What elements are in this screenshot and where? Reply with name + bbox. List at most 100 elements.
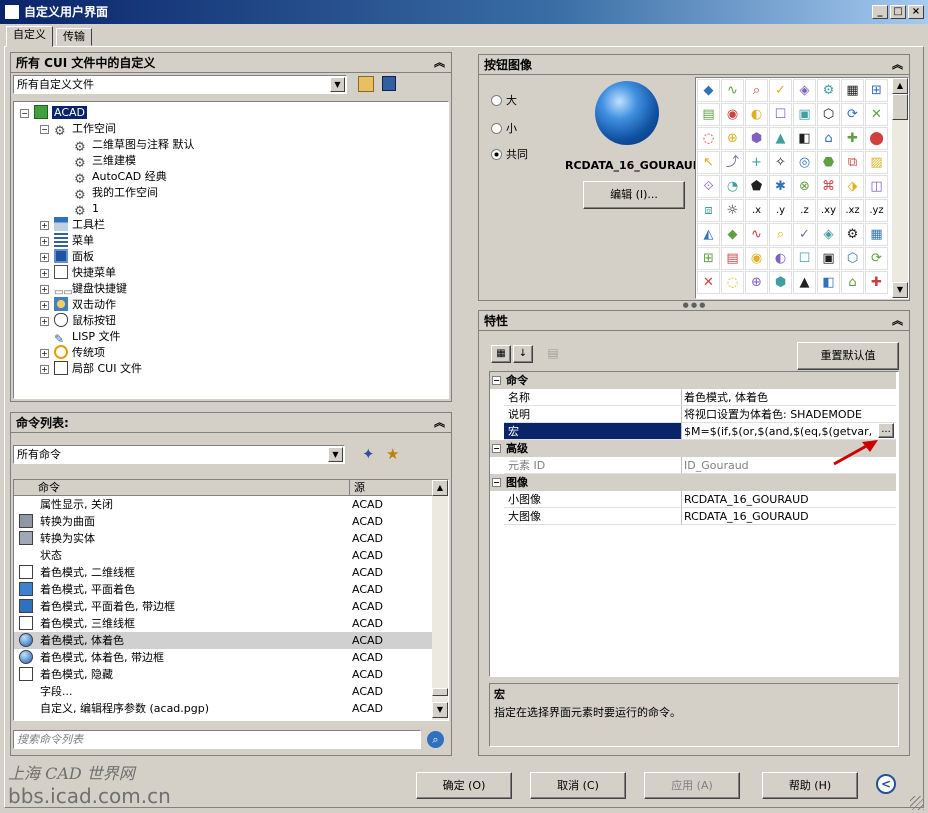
toolbar-image-icon[interactable]: ◐ [745, 103, 768, 126]
maximize-button[interactable]: □ [890, 5, 906, 19]
tree-node-menus[interactable]: 菜单 [54, 233, 94, 249]
command-row[interactable]: 状态 ACAD [14, 547, 432, 564]
expand-toggle[interactable]: + [40, 269, 49, 278]
tree-node-shortcut-menus[interactable]: 快捷菜单 [54, 265, 116, 281]
toolbar-image-icon[interactable]: ⌘ [817, 175, 840, 198]
toolbar-image-icon[interactable]: ◉ [745, 247, 768, 270]
sort-alpha-icon[interactable]: ↓ [513, 345, 533, 363]
resize-grip-icon[interactable] [910, 796, 924, 810]
cui-filter-select[interactable]: 所有自定义文件 ▼ [13, 75, 347, 94]
minimize-button[interactable]: _ [872, 5, 888, 19]
tree-node-workspaces[interactable]: ⚙ 工作空间 [54, 121, 116, 139]
toolbar-image-icon[interactable]: ⬟ [745, 175, 768, 198]
toolbar-image-icon[interactable]: ⟳ [841, 103, 864, 126]
toolbar-image-icon[interactable]: ⌕ [745, 79, 768, 102]
button-image-header[interactable]: 按钮图像 ︽ [479, 55, 909, 75]
open-folder-icon[interactable] [358, 76, 374, 92]
toolbar-image-icon[interactable]: ⌂ [817, 127, 840, 150]
toolbar-image-icon[interactable]: ⊗ [793, 175, 816, 198]
property-pages-icon[interactable]: ▤ [543, 345, 563, 363]
size-small-radio[interactable]: 小 [491, 120, 517, 136]
reset-defaults-button[interactable]: 重置默认值 [797, 342, 899, 370]
tree-node-workspace[interactable]: ⚙ 1 [74, 201, 99, 219]
toolbar-image-icon[interactable]: ▣ [793, 103, 816, 126]
tree-node-legacy[interactable]: 传统项 [54, 345, 105, 361]
toolbar-image-icon[interactable]: ☼ [721, 199, 744, 222]
command-row[interactable]: 着色模式, 三维线框 ACAD [14, 615, 432, 632]
toolbar-image-icon[interactable]: ⚙ [841, 223, 864, 246]
tree-node-workspace[interactable]: ⚙ 二维草图与注释 默认 [74, 137, 195, 155]
property-row[interactable]: 大图像 RCDATA_16_GOURAUD [490, 508, 896, 525]
close-button[interactable]: × [908, 5, 924, 19]
chevron-down-icon[interactable]: ▼ [328, 447, 343, 462]
toolbar-image-icon[interactable]: ⊞ [865, 79, 888, 102]
toolbar-image-icon[interactable]: ◧ [817, 271, 840, 294]
command-row[interactable]: 着色模式, 二维线框 ACAD [14, 564, 432, 581]
toolbar-image-icon[interactable]: ✧ [769, 151, 792, 174]
search-icon[interactable]: ⌕ [427, 731, 444, 748]
toolbar-image-icon[interactable]: ▤ [721, 247, 744, 270]
command-row[interactable]: 转换为曲面 ACAD [14, 513, 432, 530]
coordinate-filter-icon[interactable]: .xy [817, 199, 840, 222]
command-row[interactable]: 着色模式, 隐藏 ACAD [14, 666, 432, 683]
toolbar-image-icon[interactable]: ▲ [769, 127, 792, 150]
toolbar-image-icon[interactable]: ▣ [817, 247, 840, 270]
coordinate-filter-icon[interactable]: .yz [865, 199, 888, 222]
expand-toggle[interactable]: + [40, 285, 49, 294]
size-large-radio[interactable]: 大 [491, 92, 517, 108]
toolbar-image-icon[interactable]: ⌕ [769, 223, 792, 246]
property-category[interactable]: − 命令 [490, 372, 896, 389]
command-row[interactable]: 属性显示, 关闭 ACAD [14, 496, 432, 513]
toolbar-image-icon[interactable]: ◧ [793, 127, 816, 150]
toolbar-image-icon[interactable]: ◈ [817, 223, 840, 246]
toolbar-image-icon[interactable]: ✚ [841, 127, 864, 150]
toolbar-image-icon[interactable]: ↖ [697, 151, 720, 174]
toolbar-image-icon[interactable]: ✚ [865, 271, 888, 294]
property-row[interactable]: 名称 着色模式, 体着色 [490, 389, 896, 406]
property-row[interactable]: 说明 将视口设置为体着色: SHADEMODE [490, 406, 896, 423]
command-row[interactable]: 着色模式, 体着色 ACAD [14, 632, 432, 649]
command-row[interactable]: 着色模式, 平面着色 ACAD [14, 581, 432, 598]
collapse-icon[interactable]: ︽ [434, 53, 445, 73]
chevron-down-icon[interactable]: ▼ [330, 77, 345, 92]
coordinate-filter-icon[interactable]: .x [745, 199, 768, 222]
collapse-toggle[interactable]: − [492, 376, 501, 385]
toolbar-image-icon[interactable]: ⊕ [721, 127, 744, 150]
toolbar-image-icon[interactable]: ∿ [745, 223, 768, 246]
coordinate-filter-icon[interactable]: .xz [841, 199, 864, 222]
toolbar-image-icon[interactable]: ☐ [793, 247, 816, 270]
command-row[interactable]: 字段... ACAD [14, 683, 432, 700]
tree-node-mouse-buttons[interactable]: 鼠标按钮 [54, 313, 116, 329]
toolbar-image-icon[interactable]: ⤴ [721, 151, 744, 174]
toolbar-image-icon[interactable]: ⬗ [841, 175, 864, 198]
toolbar-image-icon[interactable]: ◈ [793, 79, 816, 102]
tree-node-toolbars[interactable]: 工具栏 [54, 217, 105, 233]
toolbar-image-icon[interactable]: ✕ [697, 271, 720, 294]
toolbar-image-icon[interactable]: ◫ [865, 175, 888, 198]
tree-node-panels[interactable]: 面板 [54, 249, 94, 265]
star-icon[interactable]: ★ [386, 445, 399, 463]
tree-node-double-click[interactable]: 双击动作 [54, 297, 116, 313]
edit-image-button[interactable]: 编辑 (I)... [583, 181, 685, 209]
toolbar-image-icon[interactable]: ⬢ [769, 271, 792, 294]
categorized-icon[interactable]: ▦ [491, 345, 511, 363]
image-grid-scrollbar[interactable]: ▲ ▼ [892, 78, 908, 298]
collapse-icon[interactable]: ︽ [892, 311, 903, 331]
expand-toggle[interactable]: + [40, 365, 49, 374]
scroll-up-button[interactable]: ▲ [432, 480, 448, 496]
collapse-toggle[interactable]: − [20, 109, 29, 118]
toolbar-image-icon[interactable]: ◎ [793, 151, 816, 174]
toolbar-image-icon[interactable]: ▨ [865, 151, 888, 174]
toolbar-image-icon[interactable]: ◌ [721, 271, 744, 294]
expand-toggle[interactable]: + [40, 253, 49, 262]
expand-toggle[interactable]: + [40, 237, 49, 246]
property-category[interactable]: − 图像 [490, 474, 896, 491]
collapse-icon[interactable]: ︽ [892, 55, 903, 75]
toolbar-image-icon[interactable]: ▲ [793, 271, 816, 294]
coordinate-filter-icon[interactable]: .z [793, 199, 816, 222]
tree-node-acad[interactable]: ACAD [34, 105, 88, 121]
command-search-input[interactable]: 搜索命令列表 [13, 730, 421, 749]
toolbar-image-icon[interactable]: ✓ [793, 223, 816, 246]
column-header-command[interactable]: 命令 [16, 480, 350, 496]
toolbar-image-icon[interactable]: ◆ [721, 223, 744, 246]
